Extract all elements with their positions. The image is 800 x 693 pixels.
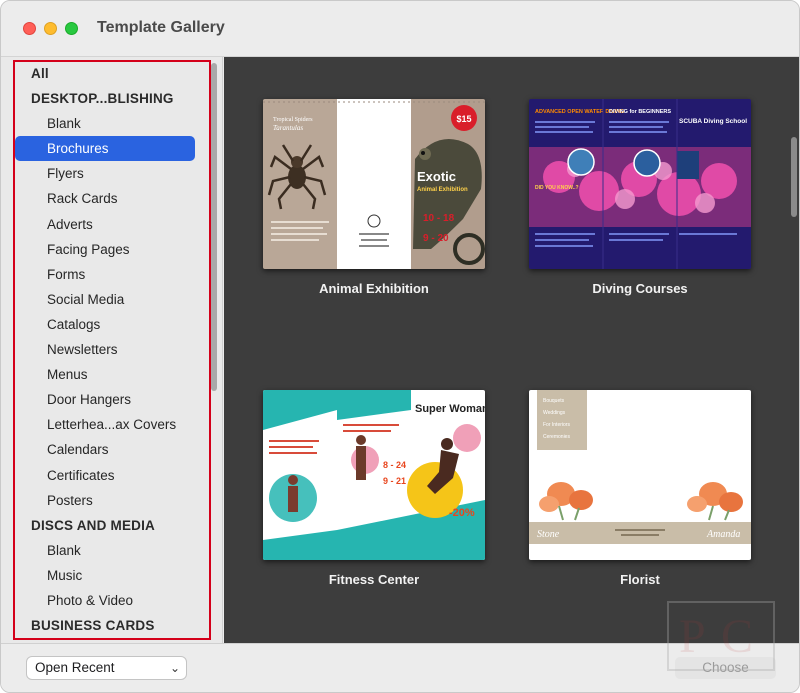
sidebar-item-calendars[interactable]: Calendars — [15, 437, 209, 462]
template-name: Florist — [620, 572, 660, 587]
thumb-florist-menu-1: Bouquets — [543, 398, 565, 404]
thumb-exotic-headline: Exotic — [417, 169, 456, 184]
sidebar-item-rack-cards[interactable]: Rack Cards — [15, 186, 209, 211]
template-name: Animal Exhibition — [319, 281, 429, 296]
chevron-down-icon: ⌄ — [169, 661, 180, 675]
template-thumbnail[interactable]: Tropical Spiders Tarantulas $15 Exotic A… — [263, 99, 485, 269]
sidebar-item-facing-pages[interactable]: Facing Pages — [15, 237, 209, 262]
thumb-florist-right-name: Amanda — [706, 529, 740, 540]
thumb-florist-menu-4: Ceremonies — [543, 434, 570, 440]
thumb-col3-title: SCUBA Diving School — [679, 118, 747, 125]
sidebar-item-posters[interactable]: Posters — [15, 488, 209, 513]
sidebar-item-catalogs[interactable]: Catalogs — [15, 312, 209, 337]
template-name: Diving Courses — [592, 281, 688, 296]
gallery-scrollbar[interactable] — [791, 137, 797, 217]
minimize-window-button[interactable] — [44, 22, 57, 35]
sidebar-item-newsletters[interactable]: Newsletters — [15, 337, 209, 362]
open-recent-label: Open Recent — [35, 660, 115, 675]
template-thumbnail[interactable]: ADVANCED OPEN WATER DIVING DIVING for BE… — [529, 99, 751, 269]
thumb-florist-menu-3: For Interiors — [543, 422, 570, 428]
sidebar-item-flyers[interactable]: Flyers — [15, 161, 209, 186]
thumb-florist-left-name: Stone — [537, 529, 560, 540]
category-sidebar: All DESKTOP...BLISHING Blank Brochures Flyer… — [1, 57, 223, 643]
template-name: Fitness Center — [328, 572, 420, 587]
sidebar-group-discs-and-media[interactable]: DISCS AND MEDIA — [15, 513, 209, 538]
open-recent-dropdown[interactable]: Open Recent ⌄ — [26, 656, 187, 680]
thumb-date-2: 9 - 20 — [423, 233, 449, 244]
thumb-super-woman: Super Woman — [415, 403, 485, 415]
sidebar-group-all[interactable]: All — [15, 61, 209, 86]
sidebar-item-blank[interactable]: Blank — [15, 111, 209, 136]
thumb-discount: -20% — [449, 507, 475, 519]
close-window-button[interactable] — [23, 22, 36, 35]
sidebar-item-adverts[interactable]: Adverts — [15, 212, 209, 237]
thumb-date-1: 10 - 18 — [423, 213, 455, 224]
sidebar-item-forms[interactable]: Forms — [15, 262, 209, 287]
sidebar-item-social-media[interactable]: Social Media — [15, 287, 209, 312]
sidebar-item-menus[interactable]: Menus — [15, 362, 209, 387]
template-gallery: Tropical Spiders Tarantulas $15 Exotic A… — [224, 57, 799, 643]
thumb-exotic-subhead: Animal Exhibition — [417, 187, 468, 193]
window-title: Template Gallery — [97, 19, 225, 36]
thumb-florist-menu-2: Weddings — [543, 410, 566, 416]
thumb-spider-subtitle: Tarantulas — [273, 124, 303, 132]
thumb-did-you-know: DID YOU KNOW..? — [535, 185, 579, 191]
sidebar-item-brochures[interactable]: Brochures — [15, 136, 195, 162]
sidebar-item-certificates[interactable]: Certificates — [15, 463, 209, 488]
sidebar-item-music[interactable]: Music — [15, 563, 209, 588]
sidebar-scrollbar[interactable] — [211, 63, 217, 391]
template-thumbnail[interactable]: Bouquets Weddings For Interiors Ceremoni… — [529, 390, 751, 560]
sidebar-item-blank[interactable]: Blank — [15, 538, 209, 563]
watermark-logo: PC — [667, 601, 775, 671]
thumb-spider-title: Tropical Spiders — [273, 117, 313, 123]
sidebar-item-letterhea-ax-covers[interactable]: Letterhea...ax Covers — [15, 412, 209, 437]
thumb-fitness-date-1: 8 - 24 — [383, 460, 406, 470]
sidebar-group-desktop-blishing[interactable]: DESKTOP...BLISHING — [15, 86, 209, 111]
zoom-window-button[interactable] — [65, 22, 78, 35]
template-tile-fitness-center[interactable]: Super Woman -20% 8 - 24 9 - 21 Fitness C… — [263, 390, 485, 587]
title-bar: Template Gallery — [1, 1, 799, 57]
thumb-col2-title: DIVING for BEGINNERS — [609, 109, 671, 115]
template-tile-diving-courses[interactable]: ADVANCED OPEN WATER DIVING DIVING for BE… — [529, 99, 751, 296]
category-list: All DESKTOP...BLISHING Blank Brochures Flyer… — [15, 61, 209, 638]
template-thumbnail[interactable]: Super Woman -20% 8 - 24 9 - 21 — [263, 390, 485, 560]
thumb-fitness-date-2: 9 - 21 — [383, 476, 406, 486]
sidebar-group-business-cards[interactable]: BUSINESS CARDS — [15, 613, 209, 638]
template-tile-florist[interactable]: Bouquets Weddings For Interiors Ceremoni… — [529, 390, 751, 587]
template-gallery-window: Template Gallery All DESKTOP...BLISHING Bl… — [0, 0, 800, 693]
template-tile-animal-exhibition[interactable]: Tropical Spiders Tarantulas $15 Exotic A… — [263, 99, 485, 296]
sidebar-item-photo-video[interactable]: Photo & Video — [15, 588, 209, 613]
thumb-price-badge: $15 — [456, 114, 471, 124]
sidebar-item-door-hangers[interactable]: Door Hangers — [15, 387, 209, 412]
